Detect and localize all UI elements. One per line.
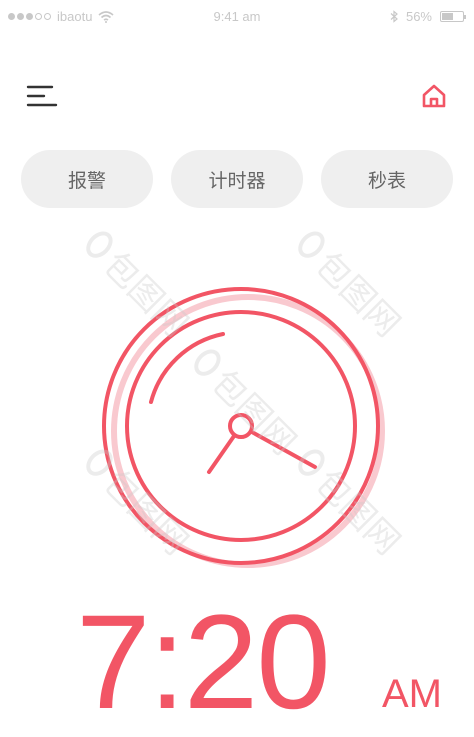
tab-timer-label: 计时器 [208,169,266,192]
tab-stopwatch-label: 秒表 [367,169,406,192]
watermark-logo-icon [81,225,119,263]
menu-icon [26,85,58,107]
menu-button[interactable] [26,84,58,110]
home-button[interactable] [420,82,448,110]
watermark-logo-icon [293,225,331,263]
tab-alarm-label: 报警 [67,169,106,192]
time-value: 7:20 [76,588,331,737]
status-bar: ibaotu 9:41 am 56% [0,0,474,34]
tab-alarm[interactable]: 报警 [21,150,153,208]
home-icon [422,84,446,108]
tab-timer[interactable]: 计时器 [171,150,303,208]
analog-clock-icon [102,287,385,568]
status-right: 56% [390,9,466,24]
battery-percent: 56% [405,9,432,24]
bluetooth-icon [390,10,398,23]
mode-tabs: 报警 计时器 秒表 [21,150,453,210]
battery-fill [442,13,453,20]
digital-time: 7:20 AM [76,596,442,730]
battery-icon [440,11,466,22]
clock-center-pin [228,413,254,439]
time-period: AM [382,672,442,716]
tab-stopwatch[interactable]: 秒表 [321,150,453,208]
